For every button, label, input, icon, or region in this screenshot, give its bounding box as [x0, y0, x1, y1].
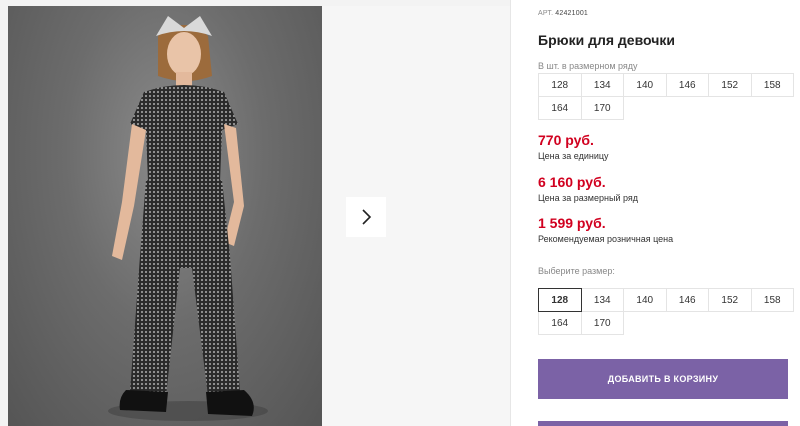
- unit-price-label: Цена за единицу: [538, 151, 609, 161]
- size-option[interactable]: 146: [665, 288, 709, 312]
- retail-price: 1 599 руб.: [538, 215, 606, 231]
- size-range-item: 140: [623, 73, 667, 97]
- size-range-item: 128: [538, 73, 582, 97]
- size-select-grid: 128 134 140 146 152 158 164 170: [538, 288, 794, 335]
- size-range-item: 158: [750, 73, 794, 97]
- article-number: АРТ. 42421001: [538, 10, 588, 17]
- size-range-item: 134: [580, 73, 624, 97]
- size-option[interactable]: 140: [623, 288, 667, 312]
- product-gallery: [0, 0, 510, 426]
- retail-price-label: Рекомендуемая розничная цена: [538, 234, 674, 244]
- product-title: Брюки для девочки: [538, 32, 675, 48]
- size-option[interactable]: 152: [708, 288, 752, 312]
- product-photo: [8, 6, 322, 426]
- article-label: АРТ.: [538, 10, 554, 17]
- next-photo-button[interactable]: [346, 197, 386, 237]
- unit-price: 770 руб.: [538, 132, 594, 148]
- size-range-grid: 128 134 140 146 152 158 164 170: [538, 73, 794, 120]
- size-range-item: 164: [538, 96, 582, 120]
- secondary-action-button[interactable]: [538, 421, 788, 426]
- size-option-selected[interactable]: 128: [538, 288, 582, 312]
- size-range-hint: В шт. в размерном ряду: [538, 61, 638, 71]
- chevron-right-icon: [362, 209, 372, 225]
- range-price-label: Цена за размерный ряд: [538, 193, 639, 203]
- size-range-item: 170: [580, 96, 624, 120]
- panel-divider: [510, 0, 511, 426]
- size-range-item: 152: [708, 73, 752, 97]
- model-illustration: [108, 16, 268, 421]
- size-option[interactable]: 158: [750, 288, 794, 312]
- size-option[interactable]: 170: [580, 311, 624, 335]
- size-range-item: 146: [665, 73, 709, 97]
- size-option[interactable]: 164: [538, 311, 582, 335]
- size-option[interactable]: 134: [580, 288, 624, 312]
- range-price: 6 160 руб.: [538, 174, 606, 190]
- size-select-label: Выберите размер:: [538, 266, 615, 276]
- article-value: 42421001: [555, 10, 589, 17]
- add-to-cart-button[interactable]: ДОБАВИТЬ В КОРЗИНУ: [538, 359, 788, 399]
